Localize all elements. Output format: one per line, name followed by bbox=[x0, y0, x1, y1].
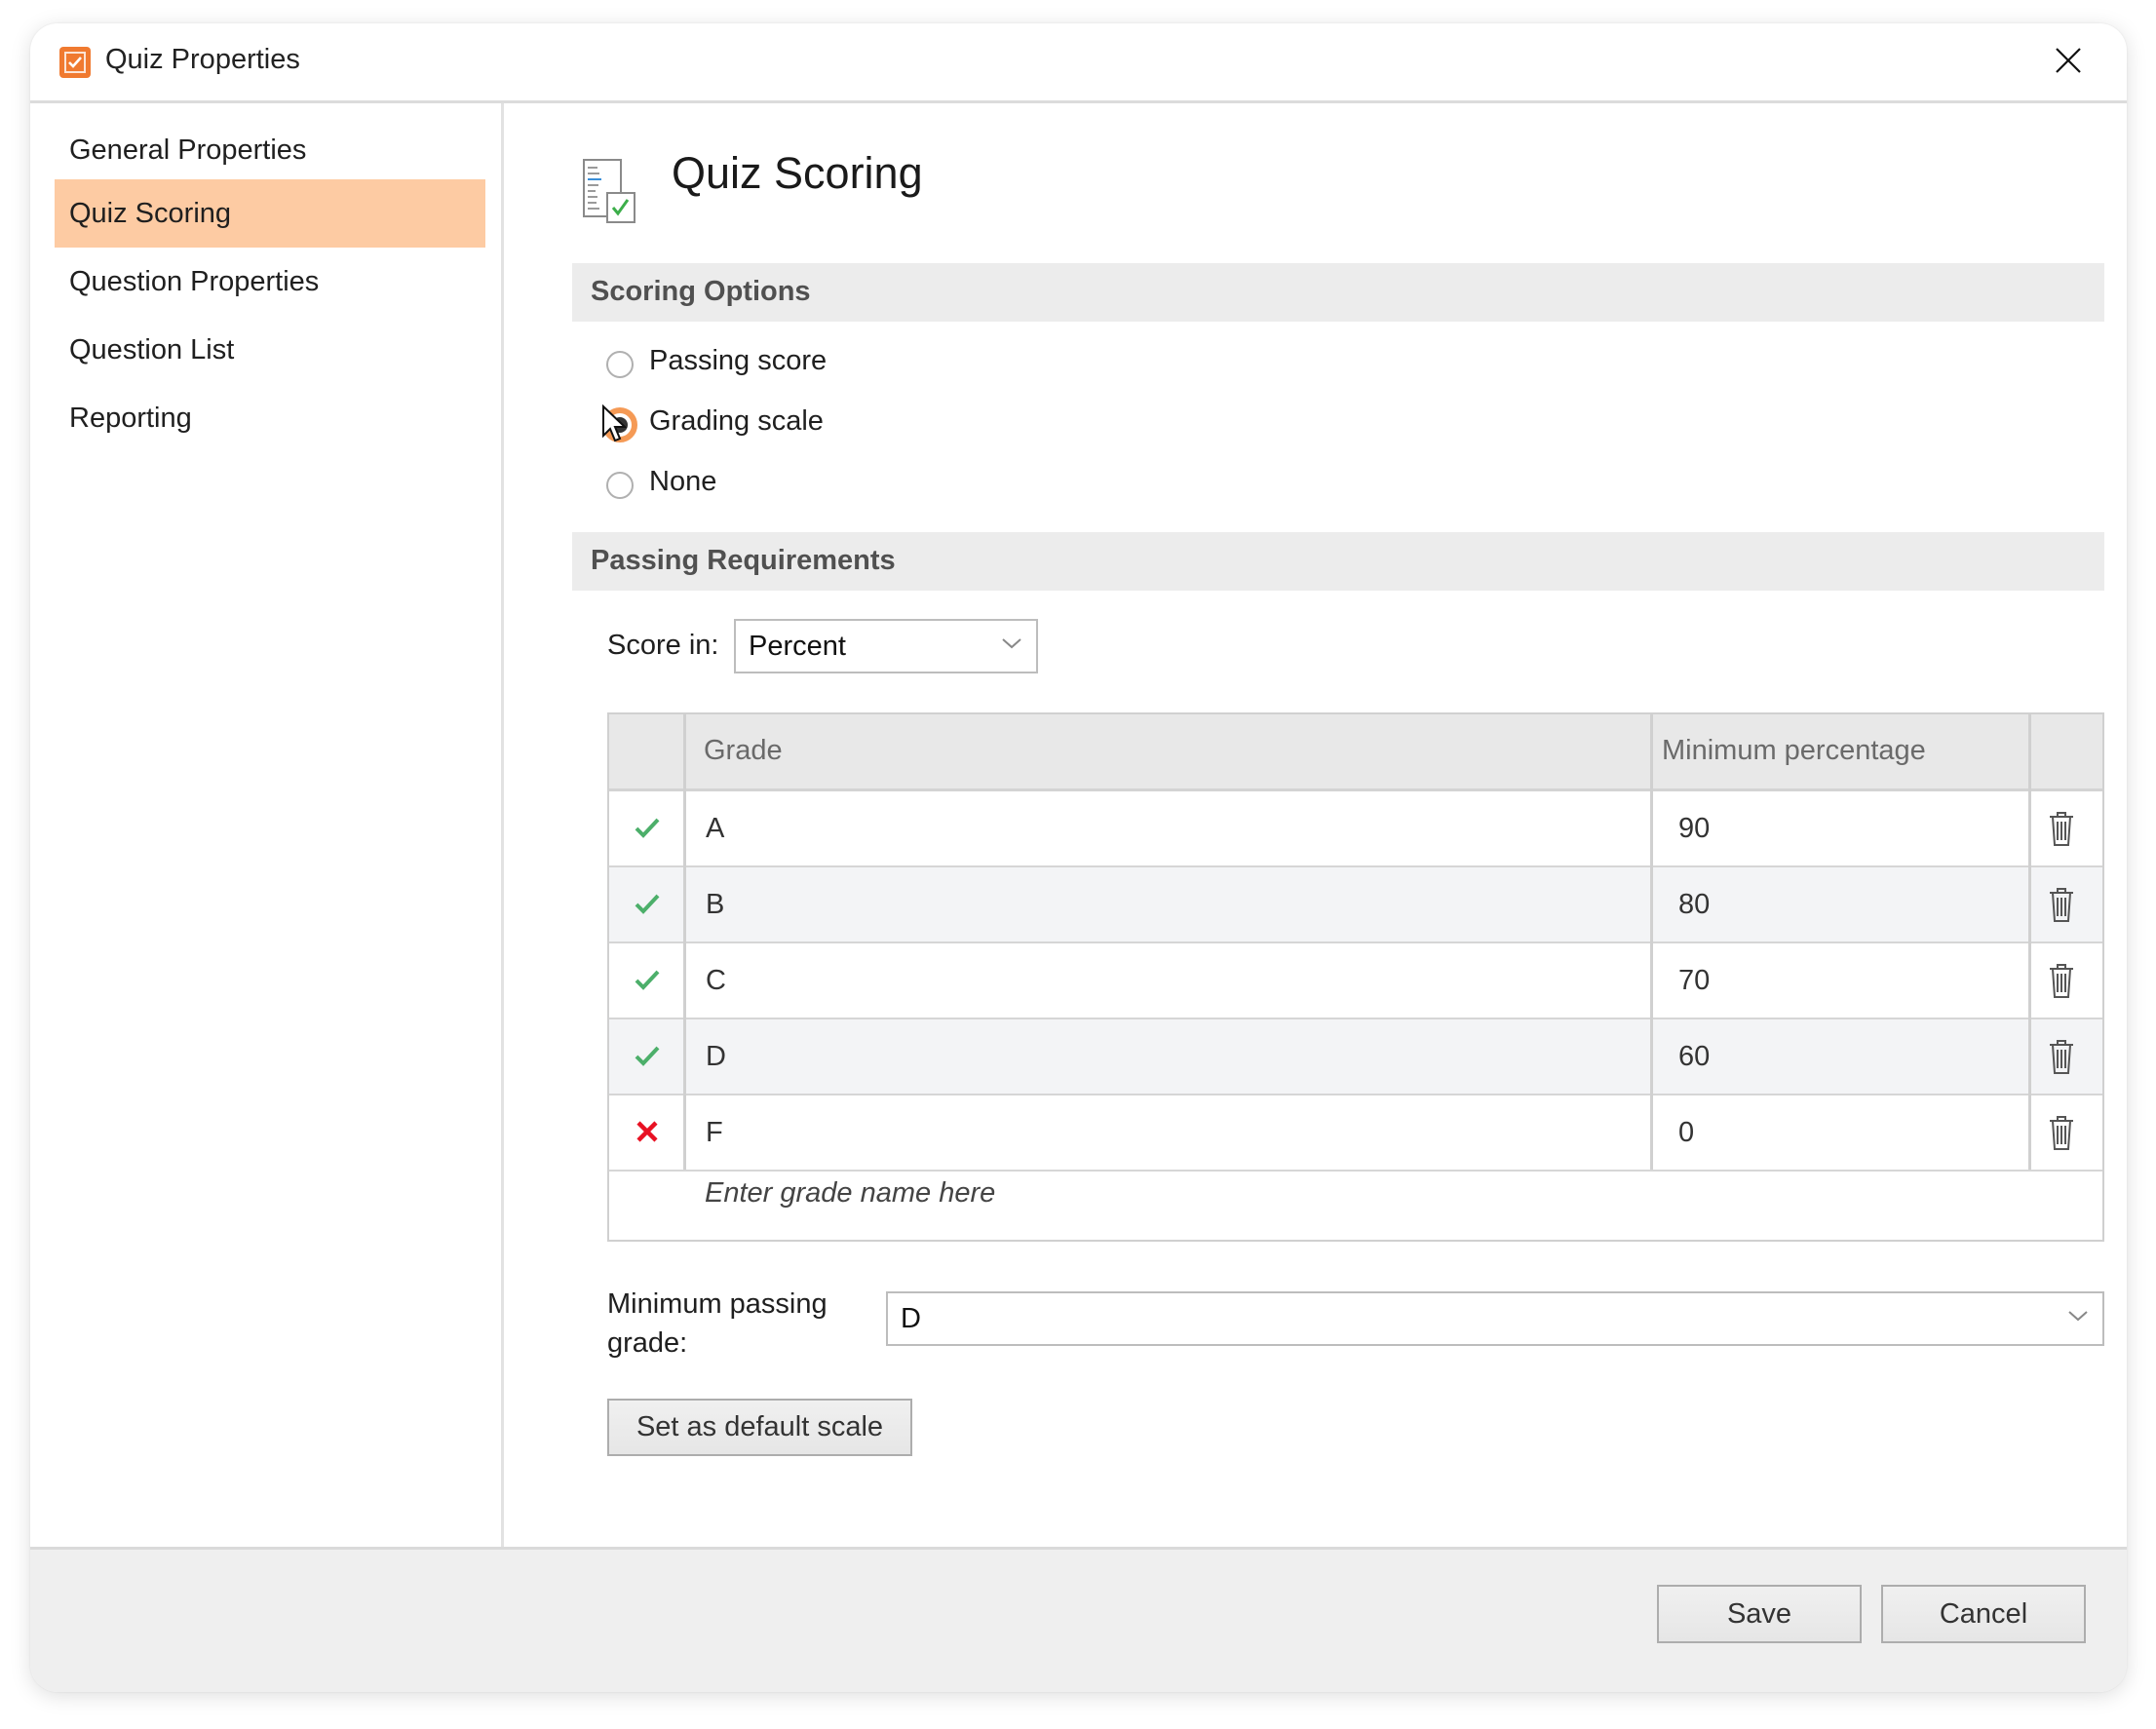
chevron-down-icon bbox=[1002, 638, 1021, 649]
close-button[interactable] bbox=[2047, 39, 2090, 82]
new-grade-input[interactable]: Enter grade name here bbox=[705, 1177, 995, 1210]
trash-icon[interactable] bbox=[2046, 1113, 2077, 1152]
radio-label: Grading scale bbox=[649, 405, 824, 437]
table-row[interactable]: F 0 bbox=[609, 1095, 2102, 1172]
min-passing-label-line1: Minimum passing bbox=[607, 1288, 828, 1320]
grade-cell[interactable]: D bbox=[706, 1041, 726, 1073]
min-percentage-cell[interactable]: 0 bbox=[1678, 1117, 1694, 1149]
trash-icon[interactable] bbox=[2046, 1037, 2077, 1076]
pass-check-icon bbox=[635, 818, 660, 838]
score-in-value: Percent bbox=[749, 631, 846, 662]
column-header-minimum-percentage: Minimum percentage bbox=[1662, 735, 1926, 766]
pass-check-icon bbox=[635, 894, 660, 914]
sidebar-item-question-properties[interactable]: Question Properties bbox=[55, 248, 485, 316]
pass-check-icon bbox=[635, 1046, 660, 1066]
radio-button[interactable] bbox=[606, 472, 634, 499]
fail-x-icon bbox=[636, 1121, 658, 1142]
min-passing-grade-value: D bbox=[901, 1303, 921, 1334]
sidebar-item-question-list[interactable]: Question List bbox=[55, 316, 485, 384]
sidebar: General Properties Quiz Scoring Question… bbox=[30, 103, 504, 1571]
column-divider bbox=[683, 714, 686, 1170]
table-row[interactable]: A 90 bbox=[609, 791, 2102, 867]
grade-cell[interactable]: A bbox=[706, 813, 724, 845]
cancel-button[interactable]: Cancel bbox=[1881, 1585, 2086, 1643]
column-divider bbox=[2028, 714, 2031, 1170]
table-row[interactable]: C 70 bbox=[609, 943, 2102, 1019]
min-percentage-cell[interactable]: 80 bbox=[1678, 889, 1710, 921]
min-percentage-cell[interactable]: 90 bbox=[1678, 813, 1710, 845]
sidebar-item-reporting[interactable]: Reporting bbox=[55, 384, 485, 452]
dialog-footer: Save Cancel bbox=[30, 1547, 2127, 1692]
min-passing-label-line2: grade: bbox=[607, 1327, 688, 1359]
close-icon bbox=[2056, 48, 2081, 73]
title-bar: Quiz Properties bbox=[30, 23, 2127, 103]
score-in-dropdown[interactable]: Percent bbox=[734, 619, 1038, 673]
trash-icon[interactable] bbox=[2046, 809, 2077, 848]
passing-requirements-header: Passing Requirements bbox=[572, 532, 2104, 591]
quiz-properties-dialog: Quiz Properties General Properties Quiz … bbox=[30, 23, 2127, 1692]
pass-check-icon bbox=[635, 970, 660, 990]
quiz-scoring-icon bbox=[582, 158, 642, 229]
scoring-options-heading: Scoring Options bbox=[591, 276, 811, 307]
sidebar-item-quiz-scoring[interactable]: Quiz Scoring bbox=[55, 179, 485, 248]
grade-cell[interactable]: C bbox=[706, 965, 726, 997]
table-row[interactable]: B 80 bbox=[609, 867, 2102, 943]
chevron-down-icon bbox=[2068, 1311, 2088, 1322]
min-passing-grade-dropdown[interactable]: D bbox=[886, 1291, 2104, 1346]
min-percentage-cell[interactable]: 70 bbox=[1678, 965, 1710, 997]
grade-cell[interactable]: F bbox=[706, 1117, 723, 1149]
column-divider bbox=[1650, 714, 1653, 1170]
quiz-checkbox-icon bbox=[59, 47, 91, 78]
passing-requirements-heading: Passing Requirements bbox=[591, 545, 896, 576]
grade-cell[interactable]: B bbox=[706, 889, 724, 921]
scoring-options-header: Scoring Options bbox=[572, 263, 2104, 322]
set-default-scale-button[interactable]: Set as default scale bbox=[607, 1399, 912, 1456]
min-percentage-cell[interactable]: 60 bbox=[1678, 1041, 1710, 1073]
table-row[interactable]: D 60 bbox=[609, 1019, 2102, 1095]
min-passing-grade-label: Minimum passing grade: bbox=[607, 1285, 828, 1363]
save-button[interactable]: Save bbox=[1657, 1585, 1862, 1643]
main-panel: Quiz Scoring Scoring Options Passing sco… bbox=[504, 103, 2127, 1571]
radio-label: None bbox=[649, 466, 717, 497]
mouse-cursor-icon bbox=[602, 404, 628, 442]
trash-icon[interactable] bbox=[2046, 961, 2077, 1000]
score-in-label: Score in: bbox=[607, 630, 719, 661]
sidebar-item-general-properties[interactable]: General Properties bbox=[55, 116, 485, 184]
column-header-grade: Grade bbox=[704, 735, 783, 766]
page-title: Quiz Scoring bbox=[672, 148, 923, 198]
window-title: Quiz Properties bbox=[105, 44, 300, 75]
grading-scale-table: Grade Minimum percentage A 90 B 80 C 70 bbox=[607, 712, 2104, 1242]
trash-icon[interactable] bbox=[2046, 885, 2077, 924]
radio-button[interactable] bbox=[606, 351, 634, 378]
radio-label: Passing score bbox=[649, 345, 828, 376]
table-header: Grade Minimum percentage bbox=[609, 714, 2102, 791]
